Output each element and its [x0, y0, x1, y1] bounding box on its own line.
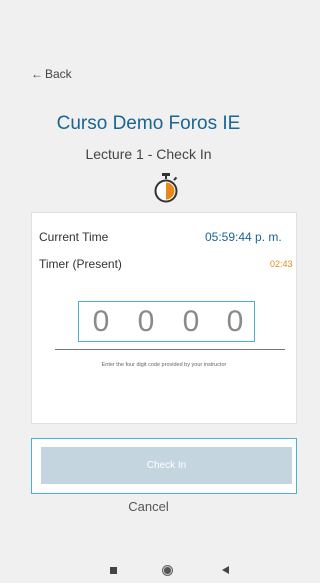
code-digit-1: 0 [92, 305, 110, 338]
code-digit-2: 0 [137, 305, 155, 338]
timer-label: Timer (Present) [39, 257, 122, 271]
current-time-value: 05:59:44 p. m. [205, 230, 282, 244]
code-input[interactable]: 0 0 0 0 [78, 301, 255, 342]
back-arrow-icon: ← [31, 67, 43, 81]
cancel-button[interactable]: Cancel [0, 499, 297, 514]
code-hint: Enter the four digit code provided by yo… [101, 362, 227, 368]
recent-apps-icon[interactable] [110, 567, 117, 574]
system-back-icon[interactable] [222, 566, 229, 574]
check-in-button[interactable]: Check In [41, 447, 292, 484]
stopwatch-icon [154, 173, 178, 203]
timer-value: 02:43 [270, 259, 293, 269]
back-link[interactable]: ← Back [31, 67, 72, 81]
current-time-label: Current Time [39, 230, 109, 244]
code-underline [55, 349, 285, 350]
lecture-title: Lecture 1 - Check In [85, 146, 212, 162]
code-digit-4: 0 [226, 305, 244, 338]
back-label: Back [45, 67, 72, 81]
code-digit-3: 0 [182, 305, 200, 338]
home-icon[interactable] [163, 566, 172, 575]
course-title: Curso Demo Foros IE [56, 113, 241, 134]
